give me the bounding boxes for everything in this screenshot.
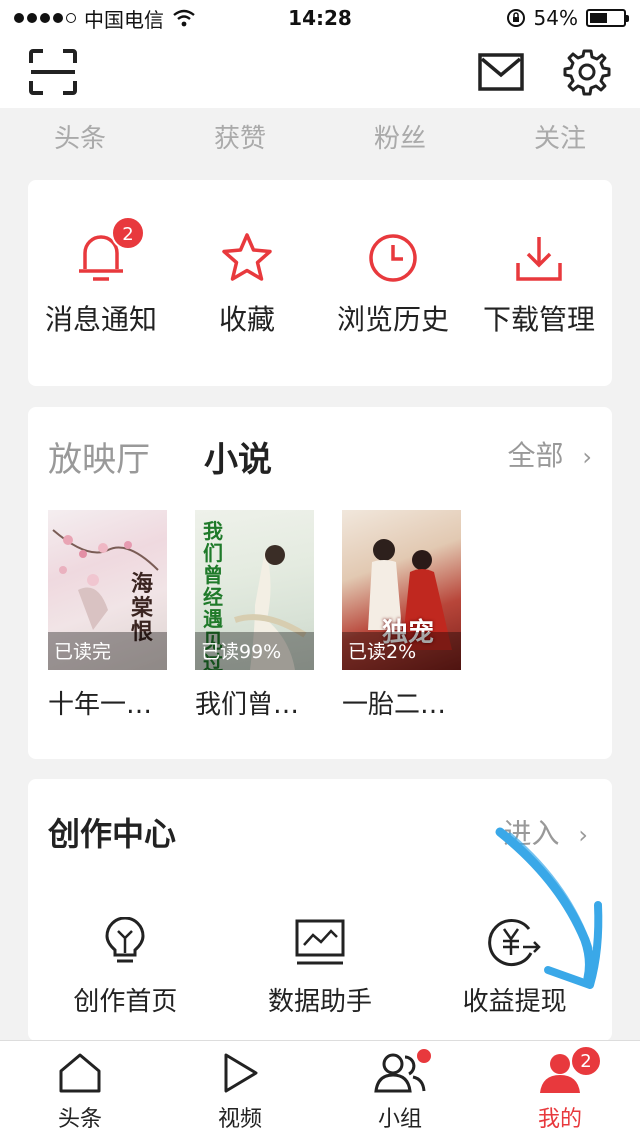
stat-likes[interactable]: 获赞 [160, 108, 320, 172]
data-assistant-button[interactable]: 数据助手 [223, 917, 418, 1018]
favorites-label: 收藏 [218, 303, 275, 336]
media-card: 放映厅 小说 全部 › 海棠恨 已读完 十年一… 我们曾经遇见过 已读99% 我… [28, 407, 612, 759]
chevron-right-icon: › [578, 821, 588, 849]
withdraw-earnings-label: 收益提现 [462, 987, 567, 1017]
data-assistant-label: 数据助手 [268, 987, 373, 1017]
stat-following[interactable]: 关注 [480, 108, 640, 172]
creation-home-button[interactable]: 创作首页 [28, 917, 223, 1018]
play-icon [224, 1053, 258, 1093]
rotation-lock-icon [506, 9, 525, 27]
tab-headlines-label: 头条 [57, 1107, 102, 1132]
gear-icon[interactable] [562, 47, 612, 97]
downloads-button[interactable]: 下载管理 [466, 180, 612, 386]
enter-label: 进入 [503, 817, 560, 850]
tab-video-label: 视频 [217, 1107, 262, 1132]
tab-groups[interactable]: 小组 [320, 1041, 480, 1138]
view-all-link[interactable]: 全部 › [507, 431, 592, 482]
notification-badge: 2 [111, 216, 145, 250]
stat-fans[interactable]: 粉丝 [320, 108, 480, 172]
quick-actions-card: 2 消息通知 收藏 浏览历史 下载管理 [28, 180, 612, 386]
groups-notification-dot [415, 1047, 433, 1065]
lightbulb-icon [105, 917, 145, 963]
book-cover: 我们曾经遇见过 已读99% [195, 510, 314, 670]
bottom-tab-bar: 头条 视频 小组 2 我的 [0, 1040, 640, 1138]
downloads-label: 下载管理 [482, 303, 595, 336]
view-all-label: 全部 [507, 439, 564, 472]
me-badge: 2 [570, 1045, 602, 1077]
book-cover: 海棠恨 已读完 [48, 510, 167, 670]
enter-link[interactable]: 进入 › [503, 809, 588, 860]
clock-time: 14:28 [288, 6, 352, 30]
tab-cinema[interactable]: 放映厅 [48, 432, 150, 481]
tab-video[interactable]: 视频 [160, 1041, 320, 1138]
book-item[interactable]: 我们曾经遇见过 已读99% 我们曾… [195, 510, 314, 721]
signal-icon [14, 13, 76, 23]
chevron-right-icon: › [582, 443, 592, 471]
battery-percent: 54% [533, 6, 578, 30]
withdraw-earnings-button[interactable]: 收益提现 [417, 917, 612, 1018]
book-title: 我们曾… [195, 690, 300, 720]
tab-me[interactable]: 2 我的 [480, 1041, 640, 1138]
reading-progress: 已读99% [201, 641, 282, 663]
tab-novels[interactable]: 小说 [204, 432, 272, 481]
notifications-button[interactable]: 2 消息通知 [28, 180, 174, 386]
book-cover: 独宠 已读2% [342, 510, 461, 670]
creation-center-title: 创作中心 [48, 815, 177, 853]
tab-headlines[interactable]: 头条 [0, 1041, 160, 1138]
download-icon [511, 230, 567, 286]
home-icon [59, 1053, 101, 1093]
status-bar: 中国电信 14:28 54% [0, 0, 640, 36]
yuan-withdraw-icon [487, 919, 541, 967]
book-title: 一胎二… [342, 690, 447, 720]
book-item[interactable]: 海棠恨 已读完 十年一… [48, 510, 167, 721]
chart-monitor-icon [295, 919, 345, 965]
media-tabs: 放映厅 小说 全部 › [48, 431, 592, 481]
reading-progress: 已读2% [348, 641, 417, 663]
stat-headlines[interactable]: 头条 [0, 108, 160, 172]
scan-icon[interactable] [28, 47, 78, 97]
favorites-button[interactable]: 收藏 [174, 180, 320, 386]
carrier-label: 中国电信 [84, 7, 164, 32]
top-bar [0, 36, 640, 108]
book-list: 海棠恨 已读完 十年一… 我们曾经遇见过 已读99% 我们曾… 独宠 已读2% … [48, 510, 461, 721]
creation-tools: 创作首页 数据助手 收益提现 [28, 917, 612, 1018]
wifi-icon [173, 9, 195, 27]
history-label: 浏览历史 [336, 303, 449, 336]
profile-stats: 头条 获赞 粉丝 关注 [0, 108, 640, 172]
tab-groups-label: 小组 [377, 1107, 422, 1132]
creation-center-card: 创作中心 进入 › 创作首页 数据助手 收益提现 [28, 779, 612, 1041]
tab-me-label: 我的 [537, 1107, 582, 1132]
notifications-label: 消息通知 [44, 303, 157, 336]
creation-home-label: 创作首页 [73, 987, 178, 1017]
history-button[interactable]: 浏览历史 [320, 180, 466, 386]
clock-icon [365, 230, 421, 286]
battery-icon [586, 9, 629, 27]
book-item[interactable]: 独宠 已读2% 一胎二… [342, 510, 461, 721]
star-icon [219, 230, 275, 286]
book-title: 十年一… [48, 690, 153, 720]
reading-progress: 已读完 [54, 641, 112, 663]
mail-icon[interactable] [476, 47, 526, 97]
